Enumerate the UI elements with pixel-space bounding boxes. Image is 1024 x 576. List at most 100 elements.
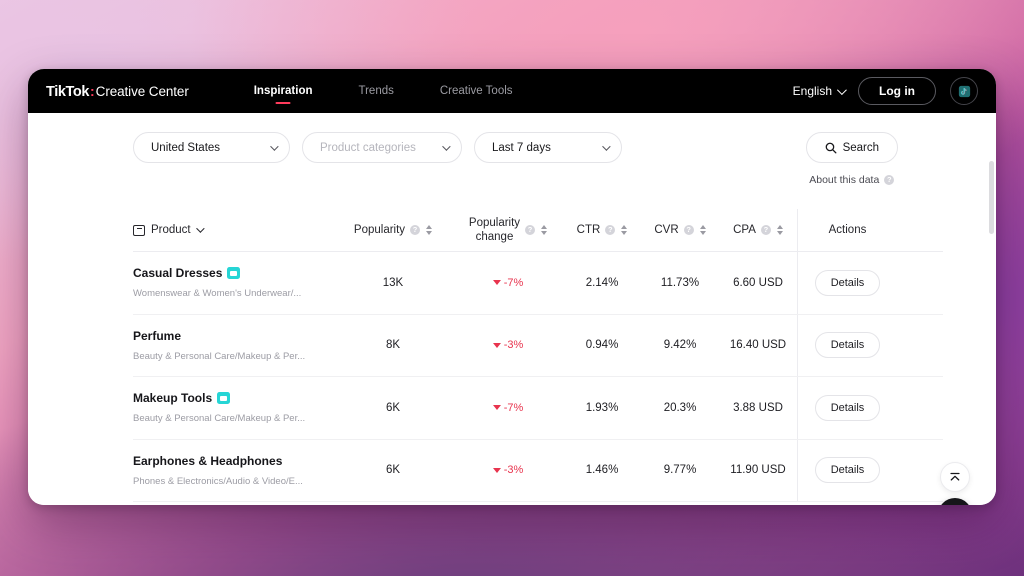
cell-cpa: 16.40 USD [729,339,787,352]
language-selector[interactable]: English [792,84,847,98]
trend-down-icon [492,467,501,473]
cell-product[interactable]: Casual Dresses Womenswear & Women's Unde… [133,266,333,299]
product-name: Makeup Tools [133,391,213,406]
nav-link-trends[interactable]: Trends [336,69,417,113]
header-popularity-change-label-2: change [475,231,514,243]
cell-popularity: 13K [382,276,404,289]
product-name: Casual Dresses [133,266,223,281]
info-icon[interactable]: ? [605,225,616,235]
header-popularity-change[interactable]: Popularity change ? [453,216,563,245]
chevron-down-icon [836,84,847,95]
info-icon[interactable]: ? [884,175,895,185]
language-label: English [792,84,832,98]
sort-icon[interactable] [426,225,433,235]
product-name: Perfume [133,328,182,343]
sort-icon[interactable] [699,225,706,235]
search-button[interactable]: Search [805,132,898,163]
scrollbar-thumb[interactable] [989,161,994,234]
chevron-down-icon [442,141,451,151]
popularity-change-value: -7% [503,276,524,289]
search-group: Search About this data ? [805,132,898,186]
brand-logo[interactable]: TikTok : Creative Center [46,83,189,100]
region-select[interactable]: United States [133,132,290,163]
tiktok-avatar-icon [958,85,970,97]
cell-popularity-change: -3% [453,464,563,476]
cell-popularity-change: -7% [453,402,563,414]
video-badge-icon [227,267,241,280]
products-table: Product Popularity ? Popularity change ?… [133,209,943,502]
cell-ctr: 1.46% [585,464,619,477]
popularity-change-value: -3% [503,339,524,352]
chevron-down-icon [602,141,611,151]
login-button[interactable]: Log in [858,77,936,105]
cell-cpa: 3.88 USD [733,401,783,414]
popularity-change-value: -3% [503,464,524,477]
header-cvr-label: CVR [654,224,679,236]
table-row[interactable]: Makeup Tools Beauty & Personal Care/Make… [133,377,943,440]
search-icon [825,142,837,153]
info-icon[interactable]: ? [760,225,771,235]
cell-cpa: 11.90 USD [730,464,786,477]
nav-link-inspiration[interactable]: Inspiration [231,69,336,113]
cell-cvr: 20.3% [663,401,697,414]
cell-ctr: 0.94% [585,339,619,352]
brand-separator: : [90,82,95,99]
info-icon[interactable]: ? [683,225,694,235]
avatar[interactable] [950,77,978,105]
info-icon[interactable]: ? [410,225,421,235]
popularity-change-value: -7% [503,401,524,414]
product-name: Earphones & Headphones [133,453,283,468]
header-actions: Actions [797,209,897,251]
sort-icon[interactable] [541,225,548,235]
details-button[interactable]: Details [814,457,881,484]
date-range-select[interactable]: Last 7 days [474,132,622,163]
cell-actions: Details [797,377,897,439]
search-button-label: Search [842,141,879,154]
sort-icon[interactable] [621,225,628,235]
details-button[interactable]: Details [814,269,881,296]
cell-popularity: 6K [385,464,401,477]
trend-down-icon [492,405,501,411]
table-row[interactable]: Earphones & Headphones Phones & Electron… [133,439,943,502]
cell-product[interactable]: Earphones & Headphones Phones & Electron… [133,454,333,487]
info-icon[interactable]: ? [525,225,536,235]
product-categories-select[interactable]: Product categories [302,132,462,163]
sort-icon[interactable] [776,225,783,235]
about-this-data[interactable]: About this data ? [809,174,895,186]
scroll-to-top-button[interactable] [940,462,970,492]
browser-window: TikTok : Creative Center Inspiration Tre… [28,69,996,505]
cell-product[interactable]: Makeup Tools Beauty & Personal Care/Make… [133,391,333,424]
header-ctr[interactable]: CTR ? [563,224,641,236]
box-icon [133,224,145,236]
nav-link-creative-tools[interactable]: Creative Tools [417,69,536,113]
header-popularity[interactable]: Popularity ? [333,224,453,236]
trend-down-icon [492,342,501,348]
cell-cvr: 9.42% [663,339,697,352]
header-cpa[interactable]: CPA ? [719,224,797,236]
product-category: Phones & Electronics/Audio & Video/E... [133,475,303,487]
table-header-row: Product Popularity ? Popularity change ?… [133,209,943,252]
table-row[interactable]: Casual Dresses Womenswear & Women's Unde… [133,252,943,315]
cell-actions: Details [797,252,897,314]
cell-popularity-change: -7% [453,277,563,289]
product-categories-select-value: Product categories [320,141,416,154]
details-button[interactable]: Details [814,332,881,359]
product-category: Womenswear & Women's Underwear/... [133,288,302,300]
chat-support-button[interactable] [938,498,972,505]
table-row[interactable]: Perfume Beauty & Personal Care/Makeup & … [133,314,943,377]
cell-popularity: 8K [385,339,401,352]
header-actions-label: Actions [828,224,867,236]
chevron-down-icon [195,224,205,233]
about-this-data-label: About this data [809,174,880,186]
header-product[interactable]: Product [133,224,333,236]
nav-right-group: English Log in [793,77,978,105]
chevron-down-icon [270,141,279,151]
details-button[interactable]: Details [814,394,881,421]
desktop-background: TikTok : Creative Center Inspiration Tre… [0,0,1024,576]
product-category: Beauty & Personal Care/Makeup & Per... [133,350,306,362]
nav-links: Inspiration Trends Creative Tools [231,69,536,113]
header-product-label: Product [151,224,191,236]
header-ctr-label: CTR [576,224,601,236]
cell-product[interactable]: Perfume Beauty & Personal Care/Makeup & … [133,329,333,362]
header-cvr[interactable]: CVR ? [641,224,719,236]
